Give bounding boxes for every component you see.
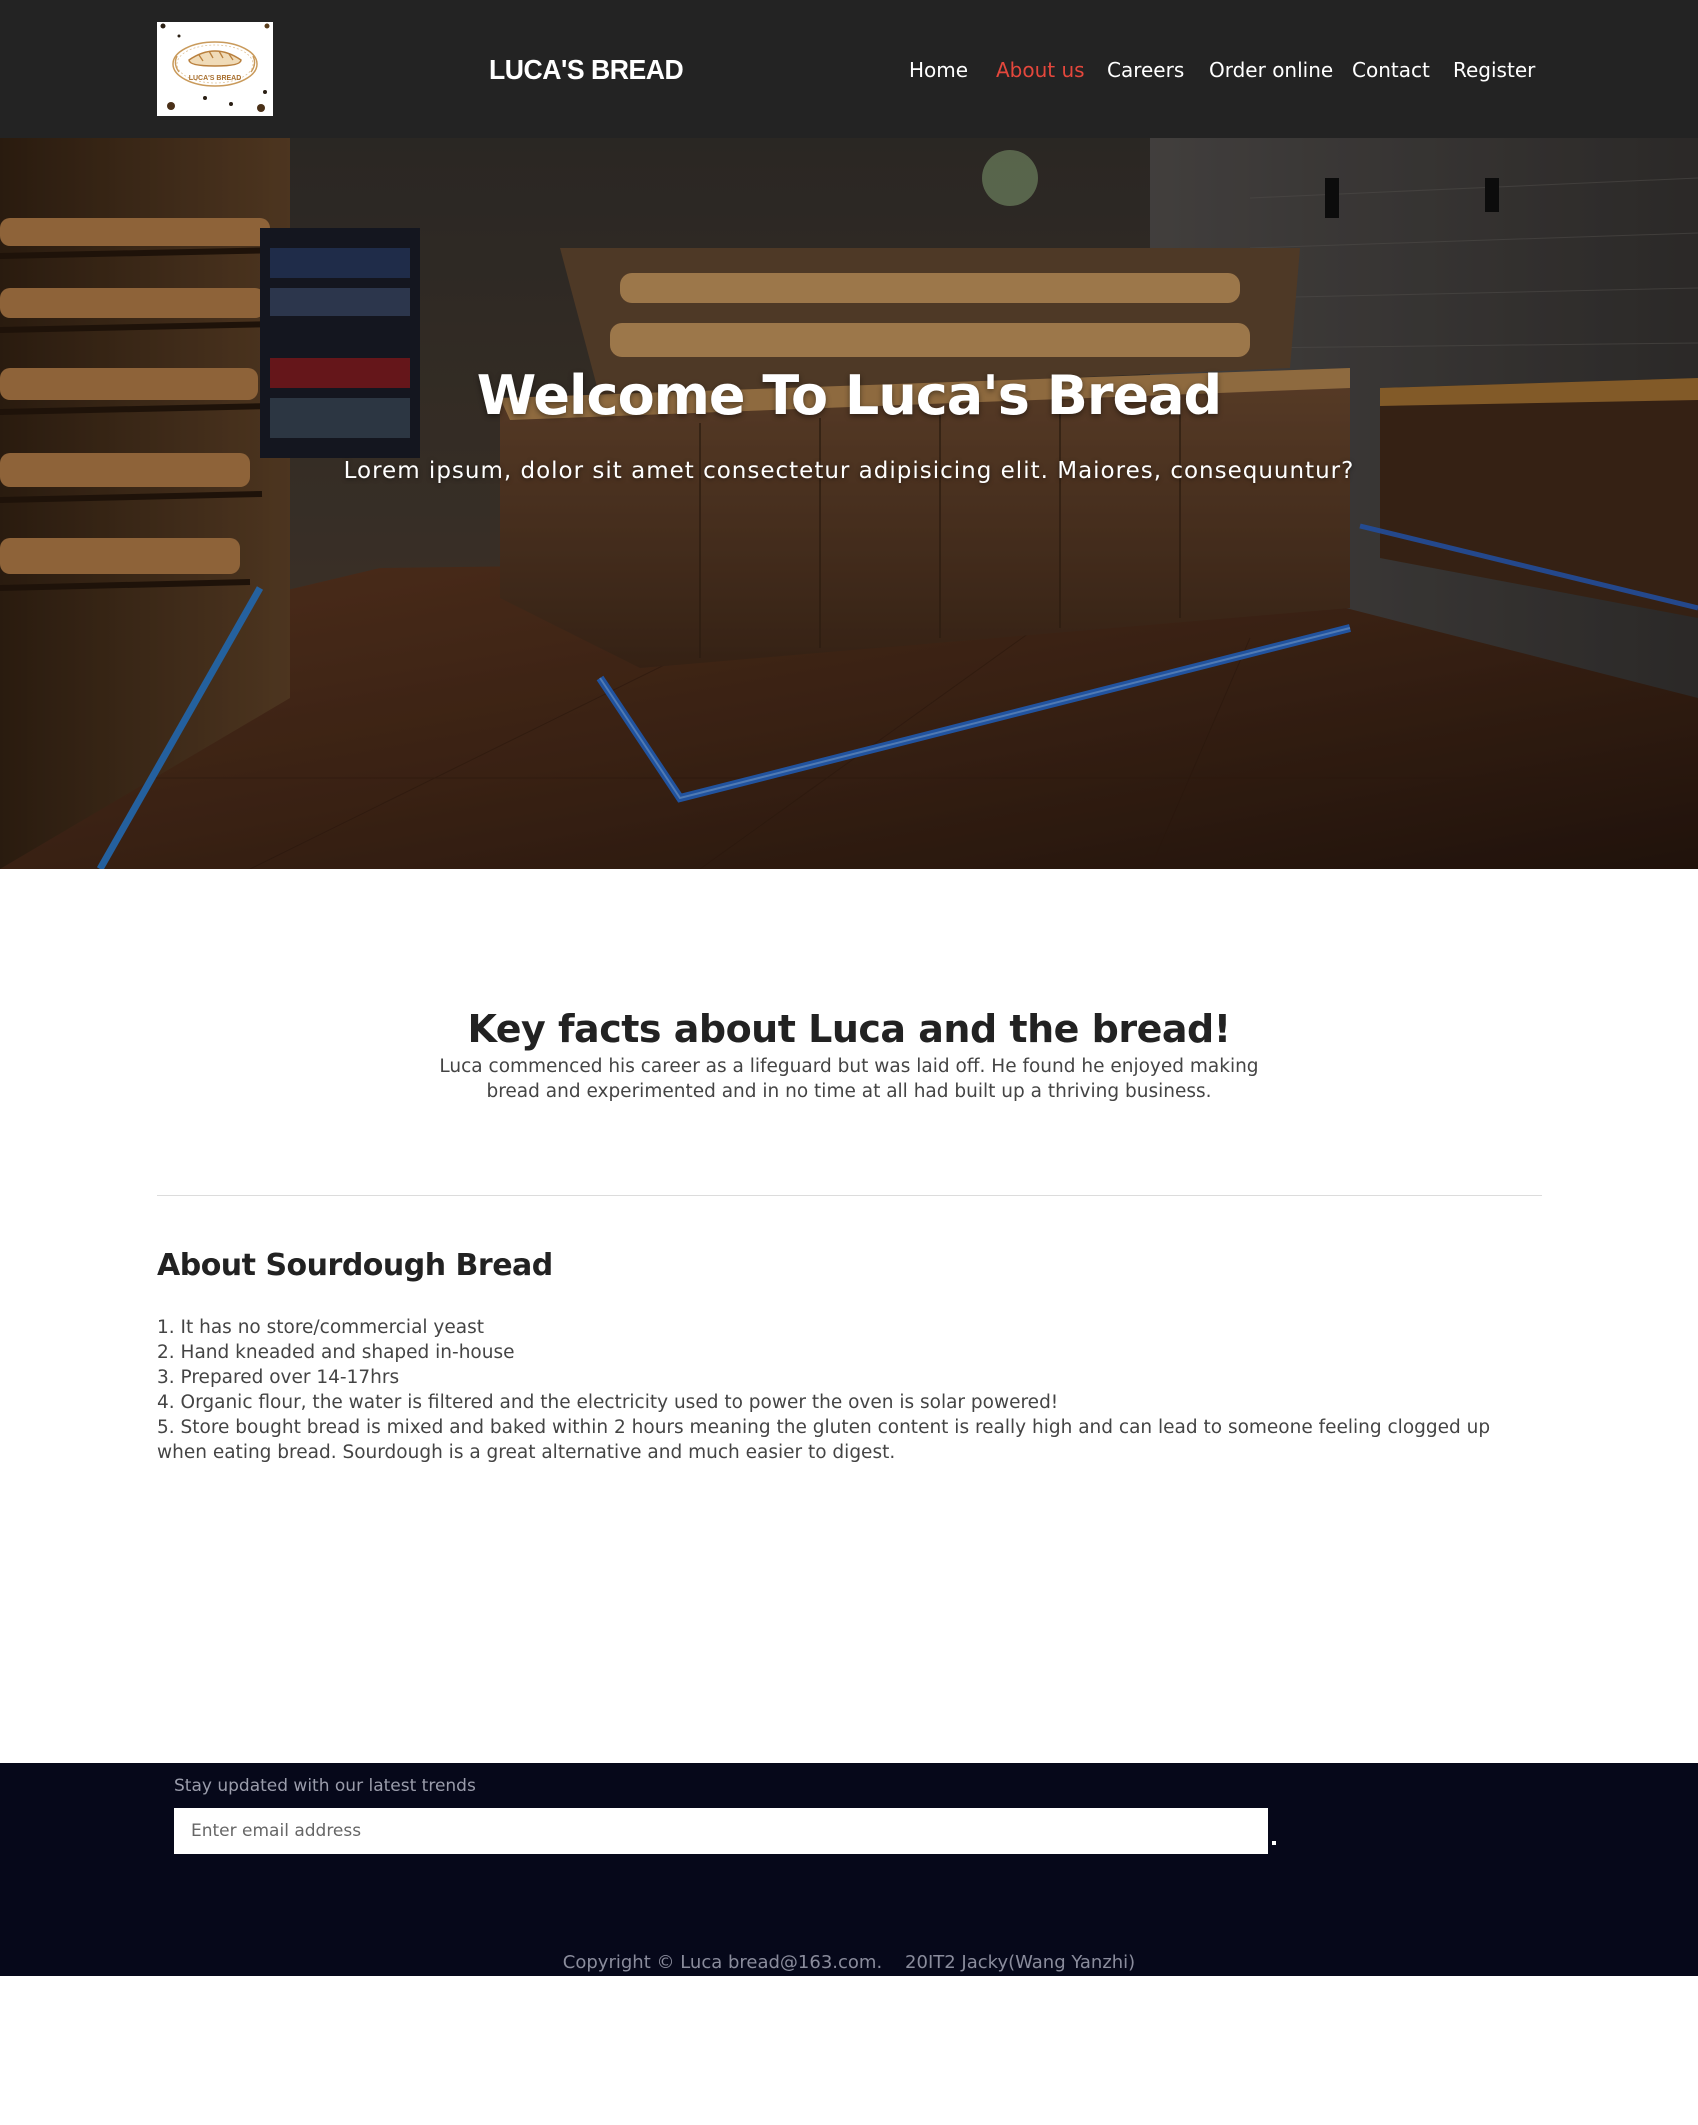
newsletter-submit-button[interactable] <box>1272 1841 1276 1845</box>
nav-home[interactable]: Home <box>909 55 968 85</box>
nav-order-online[interactable]: Order online <box>1209 55 1333 85</box>
nav-about-us[interactable]: About us <box>996 55 1085 85</box>
copyright-text: Copyright © Luca bread@163.com. 20IT2 Ja… <box>562 1952 1136 1973</box>
nav-careers[interactable]: Careers <box>1107 55 1184 85</box>
list-item: 4. Organic flour, the water is filtered … <box>157 1392 1059 1413</box>
list-item: 2. Hand kneaded and shaped in-house <box>157 1342 515 1363</box>
hero-banner: Welcome To Luca's Bread Lorem ipsum, dol… <box>0 138 1698 869</box>
list-item: 3. Prepared over 14-17hrs <box>157 1367 400 1388</box>
top-navbar: LUCA'S BREAD LUCA'S BREAD Home About us … <box>0 0 1698 138</box>
hero-title: Welcome To Luca's Bread <box>476 364 1222 427</box>
key-facts-text: Luca commenced his career as a lifeguard… <box>439 1056 1259 1102</box>
main-nav: Home About us Careers Order online Conta… <box>0 55 1698 85</box>
nav-contact[interactable]: Contact <box>1352 55 1430 85</box>
newsletter-email-input[interactable] <box>174 1808 1268 1854</box>
sourdough-facts-list: 1. It has no store/commercial yeast 2. H… <box>157 1315 1537 1465</box>
section-divider <box>157 1195 1542 1196</box>
newsletter-label: Stay updated with our latest trends <box>174 1776 476 1796</box>
list-item: 5. Store bought bread is mixed and baked… <box>157 1417 1491 1463</box>
hero-subtitle: Lorem ipsum, dolor sit amet consectetur … <box>343 458 1355 484</box>
footer: Stay updated with our latest trends Copy… <box>0 1763 1698 1976</box>
nav-register[interactable]: Register <box>1453 55 1535 85</box>
hero-overlay <box>0 138 1698 869</box>
about-sourdough-title: About Sourdough Bread <box>157 1248 553 1283</box>
key-facts-title: Key facts about Luca and the bread! <box>467 1007 1231 1051</box>
list-item: 1. It has no store/commercial yeast <box>157 1317 484 1338</box>
